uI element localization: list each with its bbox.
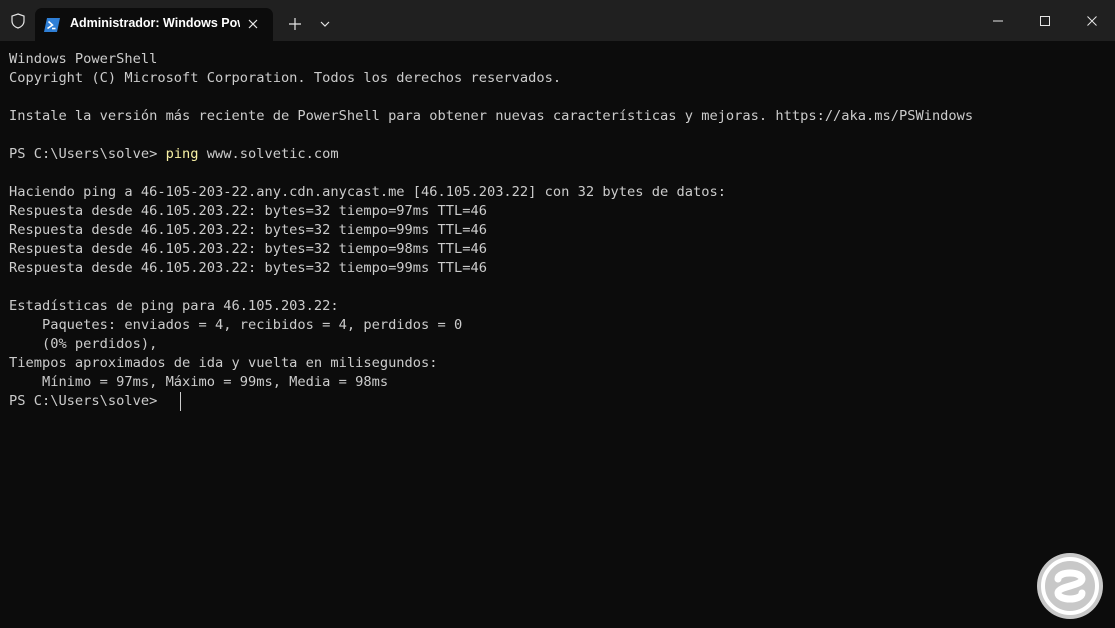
command-prompt: PS C:\Users\solve> xyxy=(9,146,166,162)
minimize-button[interactable] xyxy=(975,0,1021,41)
terminal-line: Tiempos aproximados de ida y vuelta en m… xyxy=(9,355,438,371)
terminal-line: Respuesta desde 46.105.203.22: bytes=32 … xyxy=(9,241,487,257)
command-line: PS C:\Users\solve> ping www.solvetic.com xyxy=(9,145,339,164)
terminal-line: Paquetes: enviados = 4, recibidos = 4, p… xyxy=(9,317,463,333)
terminal-line: (0% perdidos), xyxy=(9,336,158,352)
text-cursor xyxy=(180,392,181,411)
tab-close-icon[interactable] xyxy=(241,12,265,36)
close-icon xyxy=(1087,15,1097,26)
maximize-button[interactable] xyxy=(1022,0,1068,41)
solvetic-logo-icon xyxy=(1037,553,1103,619)
powershell-icon xyxy=(44,17,60,32)
shield-icon[interactable] xyxy=(6,10,30,32)
terminal-line: Mínimo = 97ms, Máximo = 99ms, Media = 98… xyxy=(9,374,389,390)
chevron-down-icon[interactable] xyxy=(314,13,336,35)
terminal-line: Respuesta desde 46.105.203.22: bytes=32 … xyxy=(9,260,487,276)
terminal-line: Respuesta desde 46.105.203.22: bytes=32 … xyxy=(9,203,487,219)
close-button[interactable] xyxy=(1069,0,1115,41)
maximize-icon xyxy=(1040,15,1050,26)
command-argument: www.solvetic.com xyxy=(198,146,339,162)
title-bar: Administrador: Windows Pow xyxy=(0,0,1115,41)
terminal-line: Copyright (C) Microsoft Corporation. Tod… xyxy=(9,70,562,86)
terminal-line: Windows PowerShell xyxy=(9,51,158,67)
new-tab-plus-icon[interactable] xyxy=(284,13,306,35)
terminal-line: Estadísticas de ping para 46.105.203.22: xyxy=(9,298,339,314)
tab-active[interactable]: Administrador: Windows Pow xyxy=(35,8,273,41)
terminal-line: Respuesta desde 46.105.203.22: bytes=32 … xyxy=(9,222,487,238)
terminal-output[interactable]: Windows PowerShell Copyright (C) Microso… xyxy=(0,41,1115,628)
terminal-line: Haciendo ping a 46-105-203-22.any.cdn.an… xyxy=(9,184,726,200)
minimize-icon xyxy=(993,20,1003,21)
terminal-line: Instale la versión más reciente de Power… xyxy=(9,108,974,124)
current-prompt: PS C:\Users\solve> xyxy=(9,393,166,409)
tab-title: Administrador: Windows Pow xyxy=(70,16,240,30)
command-name: ping xyxy=(165,146,199,162)
